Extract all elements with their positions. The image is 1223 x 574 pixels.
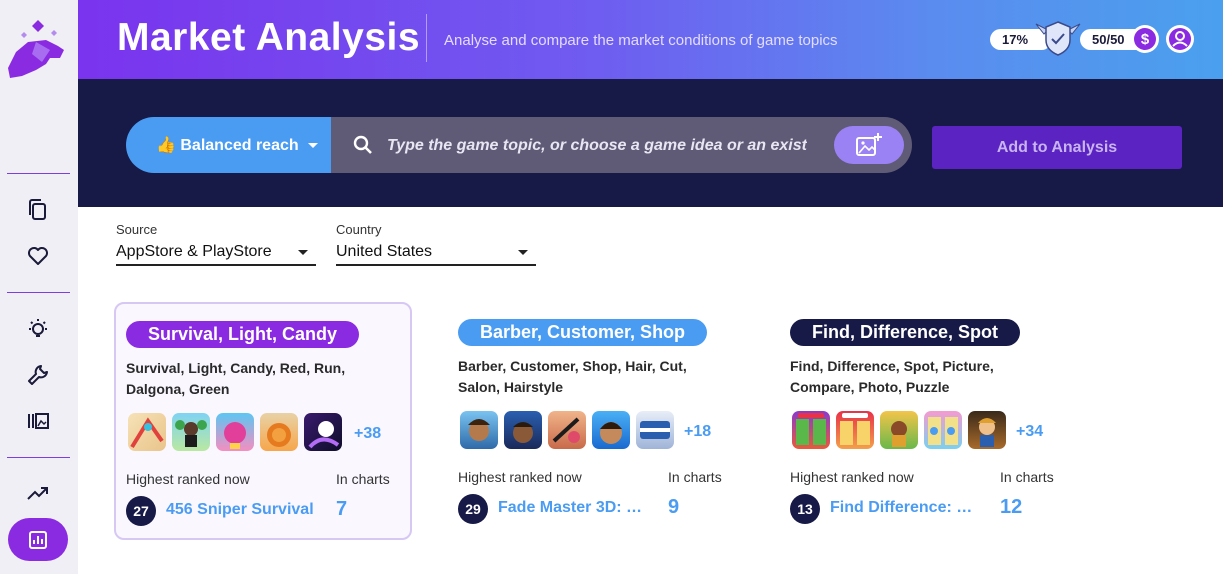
in-charts-label: In charts	[1000, 469, 1054, 485]
source-value: AppStore & PlayStore	[116, 243, 272, 260]
more-games-count[interactable]: +38	[354, 425, 381, 443]
caret-down-icon	[308, 143, 318, 148]
game-thumbnail[interactable]	[460, 411, 498, 449]
topic-keywords: Find, Difference, Spot, Picture, Compare…	[790, 358, 994, 395]
shield-badge-icon[interactable]	[1034, 18, 1082, 58]
logo-dog-icon[interactable]	[6, 18, 66, 80]
country-label: Country	[336, 222, 382, 237]
sidebar-divider	[7, 173, 70, 174]
in-charts-value: 7	[336, 498, 348, 520]
reach-dropdown-button[interactable]: 👍 Balanced reach	[126, 117, 331, 173]
caret-down-icon	[298, 250, 308, 255]
game-thumbnail[interactable]	[260, 413, 298, 451]
country-select[interactable]: United States	[336, 241, 536, 266]
game-thumbnail[interactable]	[216, 413, 254, 451]
game-thumbnail[interactable]	[172, 413, 210, 451]
source-select[interactable]: AppStore & PlayStore	[116, 241, 316, 266]
top-game-link[interactable]: 456 Sniper Survival	[166, 501, 316, 519]
game-thumbnail[interactable]	[592, 411, 630, 449]
svg-text:$: $	[1141, 31, 1150, 48]
country-filter: Country United States	[336, 222, 536, 266]
game-thumbnails	[460, 411, 674, 449]
country-value: United States	[336, 243, 433, 260]
caret-down-icon	[518, 250, 528, 255]
progress-percent: 17%	[1002, 32, 1029, 47]
top-game-link[interactable]: Fade Master 3D: B...	[498, 499, 648, 517]
source-label: Source	[116, 222, 158, 237]
game-thumbnail[interactable]	[504, 411, 542, 449]
highest-ranked-label: Highest ranked now	[458, 469, 582, 485]
header-divider	[426, 14, 427, 62]
game-thumbnail[interactable]	[924, 411, 962, 449]
trending-icon[interactable]	[23, 478, 53, 508]
more-games-count[interactable]: +18	[684, 423, 711, 441]
user-icon[interactable]	[1166, 25, 1194, 53]
dollar-icon[interactable]: $	[1131, 25, 1159, 53]
in-charts-label: In charts	[336, 471, 390, 487]
game-thumbnail[interactable]	[968, 411, 1006, 449]
page-title: Market Analysis	[117, 16, 421, 59]
add-image-icon	[856, 133, 882, 156]
game-thumbnail[interactable]	[304, 413, 342, 451]
game-thumbnails	[128, 413, 342, 451]
topic-keywords: Barber, Customer, Shop, Hair, Cut, Salon…	[458, 358, 687, 395]
chart-icon[interactable]	[8, 518, 68, 561]
page-subtitle: Analyse and compare the market condition…	[444, 32, 838, 49]
wrench-icon[interactable]	[23, 360, 53, 390]
topic-chip[interactable]: Barber, Customer, Shop	[458, 319, 708, 346]
rank-badge: 29	[458, 494, 488, 524]
search-input[interactable]	[387, 134, 807, 158]
add-to-analysis-button[interactable]: Add to Analysis	[932, 126, 1182, 169]
source-filter: Source AppStore & PlayStore	[116, 222, 316, 266]
search-icon	[353, 135, 373, 160]
highest-ranked-label: Highest ranked now	[126, 471, 250, 487]
in-charts-value: 9	[668, 496, 680, 518]
library-icon[interactable]	[23, 406, 53, 436]
game-thumbnail[interactable]	[836, 411, 874, 449]
in-charts-value: 12	[1000, 496, 1023, 518]
in-charts-label: In charts	[668, 469, 722, 485]
copy-icon[interactable]	[23, 195, 53, 225]
topic-keywords: Survival, Light, Candy, Red, Run, Dalgon…	[126, 360, 346, 397]
game-thumbnail[interactable]	[128, 413, 166, 451]
sidebar-divider	[7, 457, 70, 458]
sidebar	[0, 0, 78, 574]
page-header: Market Analysis Analyse and compare the …	[78, 0, 1223, 79]
more-games-count[interactable]: +34	[1016, 423, 1043, 441]
heart-icon[interactable]	[23, 241, 53, 271]
sidebar-divider	[7, 292, 70, 293]
lightbulb-icon[interactable]	[23, 314, 53, 344]
game-thumbnail[interactable]	[880, 411, 918, 449]
game-thumbnail[interactable]	[792, 411, 830, 449]
highest-ranked-label: Highest ranked now	[790, 469, 914, 485]
topic-card[interactable]: Barber, Customer, Shop Barber, Customer,…	[446, 302, 744, 540]
rank-badge: 13	[790, 494, 820, 524]
topic-chip[interactable]: Find, Difference, Spot	[790, 319, 1021, 346]
reach-label: 👍 Balanced reach	[156, 137, 299, 154]
topic-card[interactable]: Survival, Light, Candy Survival, Light, …	[114, 302, 412, 540]
add-image-button[interactable]	[834, 126, 904, 164]
game-thumbnail[interactable]	[548, 411, 586, 449]
search-box	[331, 117, 912, 173]
rank-badge: 27	[126, 496, 156, 526]
top-game-link[interactable]: Find Difference: Sp...	[830, 499, 980, 517]
game-thumbnail[interactable]	[636, 411, 674, 449]
topic-card[interactable]: Find, Difference, Spot Find, Difference,…	[778, 302, 1076, 540]
credits-count: 50/50	[1092, 32, 1125, 47]
topic-chip[interactable]: Survival, Light, Candy	[126, 321, 360, 348]
game-thumbnails	[792, 411, 1006, 449]
